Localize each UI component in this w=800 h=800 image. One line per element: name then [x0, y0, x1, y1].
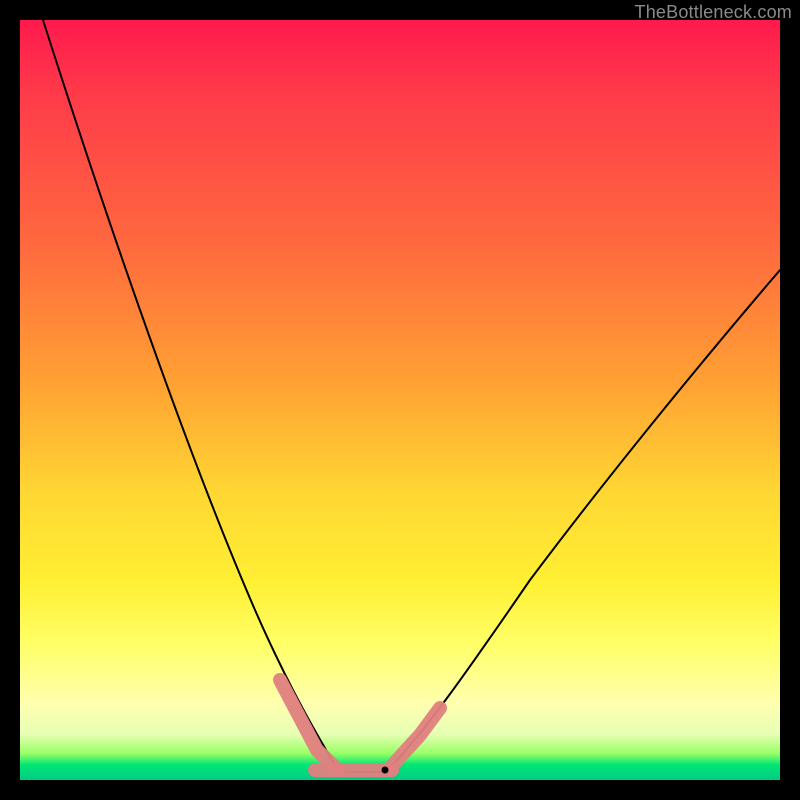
left-curve: [43, 20, 339, 772]
highlight-marker-right: [390, 708, 440, 768]
highlight-marker-left: [280, 680, 338, 770]
min-point-dot: [382, 767, 389, 774]
chart-frame: TheBottleneck.com: [0, 0, 800, 800]
curve-layer: [20, 20, 780, 780]
plot-area: [20, 20, 780, 780]
right-curve: [385, 270, 780, 772]
